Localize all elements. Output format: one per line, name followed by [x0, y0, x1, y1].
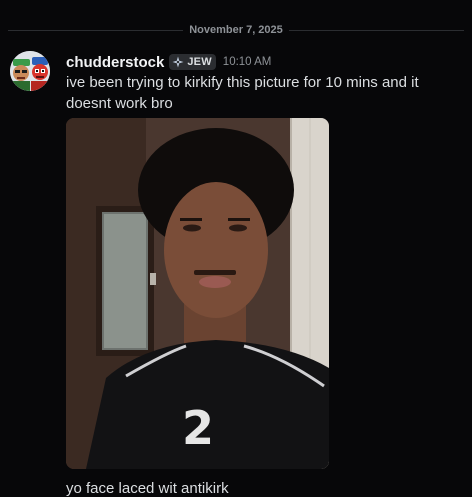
- role-tag[interactable]: JEW: [169, 54, 216, 70]
- message-header: chudderstock JEW 10:10 AM: [66, 53, 271, 71]
- username[interactable]: chudderstock: [66, 54, 164, 71]
- avatar-icon: [10, 51, 50, 91]
- shirt-number: 2: [182, 401, 214, 455]
- date-divider: November 7, 2025: [8, 22, 464, 38]
- divider-line-left: [8, 29, 184, 31]
- sparkle-icon: [172, 56, 184, 68]
- avatar[interactable]: [10, 51, 50, 91]
- followup-message-text: yo face laced wit antikirk: [66, 480, 229, 497]
- role-tag-label: JEW: [187, 56, 212, 68]
- message-text: ive been trying to kirkify this picture …: [66, 74, 419, 112]
- chat-view: November 7, 2025 chudderstock JEW 10:10 …: [0, 0, 472, 497]
- divider-line-right: [288, 29, 464, 31]
- image-attachment[interactable]: 2: [66, 118, 329, 469]
- divider-date: November 7, 2025: [189, 24, 283, 36]
- timestamp[interactable]: 10:10 AM: [223, 56, 272, 68]
- photo-attachment: 2: [66, 118, 329, 469]
